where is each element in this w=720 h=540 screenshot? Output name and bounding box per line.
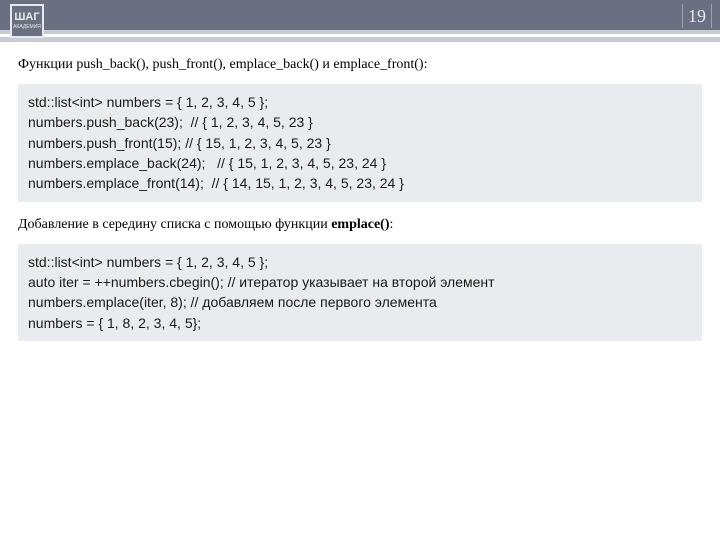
slide-content: Функции push_back(), push_front(), empla… <box>0 42 720 341</box>
code-block-1: std::list<int> numbers = { 1, 2, 3, 4, 5… <box>18 84 702 201</box>
paragraph-2-pre: Добавление в середину списка с помощью ф… <box>18 217 331 232</box>
paragraph-1: Функции push_back(), push_front(), empla… <box>18 56 702 74</box>
logo-subtext: АКАДЕМИЯ <box>13 25 41 30</box>
header-bar: ШАГ АКАДЕМИЯ 19 <box>0 0 720 42</box>
paragraph-2: Добавление в середину списка с помощью ф… <box>18 216 702 234</box>
logo: ШАГ АКАДЕМИЯ <box>10 4 44 38</box>
header-decoration <box>0 37 720 42</box>
paragraph-2-bold: emplace() <box>331 217 389 232</box>
code-block-2: std::list<int> numbers = { 1, 2, 3, 4, 5… <box>18 244 702 341</box>
page-number: 19 <box>688 6 706 27</box>
logo-text: ШАГ <box>14 12 39 23</box>
paragraph-2-post: : <box>390 217 394 232</box>
